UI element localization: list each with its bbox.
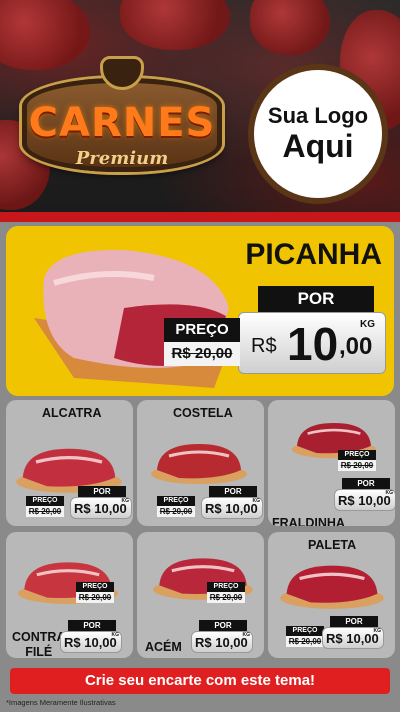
featured-price: R$ 10 ,00 KG <box>238 312 386 374</box>
product-name: PALETA <box>308 538 357 552</box>
price-unit: KG <box>242 632 251 638</box>
product-card[interactable]: PALETA PREÇO R$ 20,00 POR R$ 10,00 KG <box>268 532 395 658</box>
header-banner: CARNES Premium Sua Logo Aqui <box>0 0 400 222</box>
product-card[interactable]: COSTELA PREÇO R$ 20,00 POR R$ 10,00 KG <box>137 400 264 526</box>
product-name-line2: FILÉ <box>25 645 53 658</box>
product-name: CONTRA FILÉ <box>12 630 65 658</box>
steak-image <box>120 0 230 50</box>
por-label: POR <box>330 616 378 627</box>
preco-label: PREÇO <box>76 582 114 592</box>
por-label: POR <box>342 478 390 489</box>
por-label: POR <box>209 486 257 497</box>
price-text: R$ 10,00 <box>74 501 127 516</box>
price-unit: KG <box>360 319 375 330</box>
price-unit: KG <box>373 628 382 634</box>
preco-label: PREÇO <box>26 496 64 506</box>
old-price-text: R$ 20,00 <box>171 345 233 362</box>
product-name: COSTELA <box>173 406 233 420</box>
header-divider <box>0 212 400 222</box>
price-integer: 10 <box>287 318 339 370</box>
price-unit: KG <box>385 490 394 496</box>
price-text: R$ 10,00 <box>205 501 258 516</box>
por-label: POR <box>258 286 374 312</box>
old-price: R$ 20,00 <box>286 636 324 647</box>
price-decimal: ,00 <box>339 333 373 360</box>
meat-image <box>280 565 384 609</box>
por-label: POR <box>78 486 126 497</box>
price-unit: KG <box>121 498 130 504</box>
price-text: R$ 10,00 <box>338 493 391 508</box>
product-name: FRALDINHA <box>272 516 345 526</box>
price-text: R$ 10,00 <box>326 631 379 646</box>
product-price: R$ 10,00 KG <box>60 631 122 653</box>
create-flyer-button[interactable]: Crie seu encarte com este tema! <box>10 668 390 694</box>
old-price: R$ 20,00 <box>338 460 376 471</box>
product-price: R$ 10,00 KG <box>70 497 132 519</box>
featured-offer[interactable]: PICANHA POR R$ 10 ,00 KG PREÇO R$ 20,00 <box>6 226 394 396</box>
product-card[interactable]: CONTRA FILÉ PREÇO R$ 20,00 POR R$ 10,00 KG <box>6 532 133 658</box>
preco-label-text: PREÇO <box>175 321 229 338</box>
product-name-line1: CONTRA <box>12 630 66 644</box>
old-price: R$ 20,00 <box>76 592 114 603</box>
preco-label: PREÇO <box>338 450 376 460</box>
old-price-text: R$ 20,00 <box>78 593 112 602</box>
product-name: ACÉM <box>145 640 182 654</box>
currency-symbol: R$ <box>251 335 277 357</box>
old-price-text: R$ 20,00 <box>159 507 193 516</box>
featured-product-name: PICANHA <box>245 238 382 271</box>
old-price-text: R$ 20,00 <box>340 461 374 470</box>
steak-image <box>250 0 330 55</box>
price-unit: KG <box>252 498 261 504</box>
preco-label: PREÇO <box>164 318 240 342</box>
price-unit: KG <box>111 632 120 638</box>
old-price: R$ 20,00 <box>157 506 195 517</box>
featured-old-price: R$ 20,00 <box>164 342 240 366</box>
product-card[interactable]: FRALDINHA PREÇO R$ 20,00 POR R$ 10,00 KG <box>268 400 395 526</box>
old-price-text: R$ 20,00 <box>288 637 322 646</box>
product-name: ALCATRA <box>42 406 102 420</box>
product-card[interactable]: ACÉM PREÇO R$ 20,00 POR R$ 10,00 KG <box>137 532 264 658</box>
product-price: R$ 10,00 KG <box>191 631 253 653</box>
disclaimer: *Imagens Meramente Ilustrativas <box>6 698 116 707</box>
por-label-text: POR <box>297 289 335 308</box>
product-price: R$ 10,00 KG <box>322 627 384 649</box>
brand-title: CARNES <box>28 100 216 146</box>
old-price: R$ 20,00 <box>207 592 245 603</box>
old-price: R$ 20,00 <box>26 506 64 517</box>
price-text: R$ 10,00 <box>64 635 117 650</box>
meat-image <box>151 444 247 484</box>
logo-text-line1: Sua Logo <box>267 103 369 129</box>
preco-label: PREÇO <box>207 582 245 592</box>
logo-placeholder[interactable]: Sua Logo Aqui <box>248 64 388 204</box>
product-card[interactable]: ALCATRA PREÇO R$ 20,00 POR R$ 10,00 KG <box>6 400 133 526</box>
price-text: R$ 10,00 <box>195 635 248 650</box>
preco-label: PREÇO <box>157 496 195 506</box>
preco-label: PREÇO <box>286 626 324 636</box>
logo-text-line2: Aqui <box>282 127 354 164</box>
product-price: R$ 10,00 KG <box>201 497 263 519</box>
por-label: POR <box>68 620 116 631</box>
por-label: POR <box>199 620 247 631</box>
old-price-text: R$ 20,00 <box>28 507 62 516</box>
brand-badge: CARNES Premium <box>8 56 236 180</box>
old-price-text: R$ 20,00 <box>209 593 243 602</box>
brand-subtitle: Premium <box>75 148 169 169</box>
product-price: R$ 10,00 KG <box>334 489 395 511</box>
